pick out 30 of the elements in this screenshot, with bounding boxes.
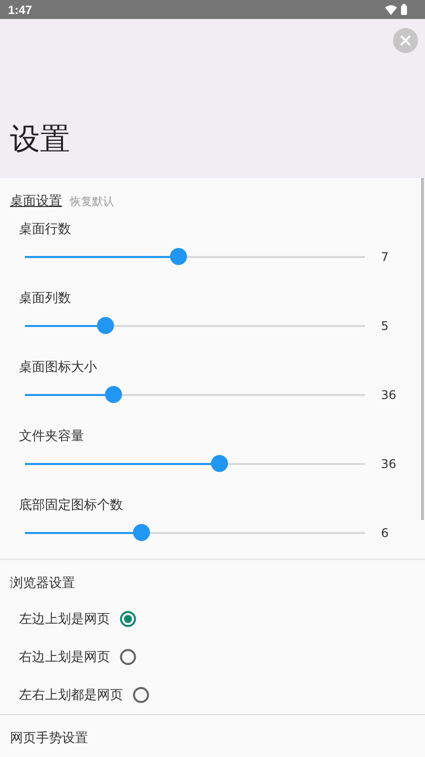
radio-label: 左边上划是网页 bbox=[19, 611, 110, 628]
slider-label: 文件夹容量 bbox=[19, 428, 85, 445]
status-time: 1:47 bbox=[8, 2, 32, 16]
section-title: 网页手势设置 bbox=[9, 730, 89, 748]
radio-button[interactable] bbox=[133, 687, 149, 703]
slider-value: 36 bbox=[381, 388, 396, 402]
slider-label: 桌面图标大小 bbox=[19, 359, 98, 376]
slider-thumb[interactable] bbox=[105, 386, 122, 402]
close-button[interactable] bbox=[393, 28, 418, 53]
slider-value: 6 bbox=[381, 526, 389, 540]
slider-label: 桌面列数 bbox=[19, 290, 72, 307]
page-title: 设置 bbox=[10, 121, 71, 159]
slider-thumb[interactable] bbox=[132, 524, 150, 540]
slider-value: 36 bbox=[381, 456, 396, 470]
slider-thumb[interactable] bbox=[96, 316, 114, 334]
slider-thumb[interactable] bbox=[210, 454, 228, 472]
slider-value: 5 bbox=[381, 318, 389, 332]
radio-label: 右边上划是网页 bbox=[19, 649, 110, 666]
section-tab[interactable]: 桌面设置 bbox=[10, 192, 62, 210]
slider-label: 桌面行数 bbox=[19, 221, 72, 238]
radio-button[interactable] bbox=[120, 649, 136, 665]
radio-button[interactable] bbox=[120, 611, 136, 627]
section-title: 浏览器设置 bbox=[9, 575, 76, 593]
close-icon bbox=[400, 35, 411, 46]
radio-label: 左右上划都是网页 bbox=[19, 687, 123, 704]
wifi-icon bbox=[385, 4, 397, 14]
battery-icon bbox=[401, 4, 407, 15]
slider-label: 底部固定图标个数 bbox=[19, 497, 124, 514]
slider-value: 7 bbox=[381, 250, 389, 264]
slider-thumb[interactable] bbox=[170, 248, 187, 264]
